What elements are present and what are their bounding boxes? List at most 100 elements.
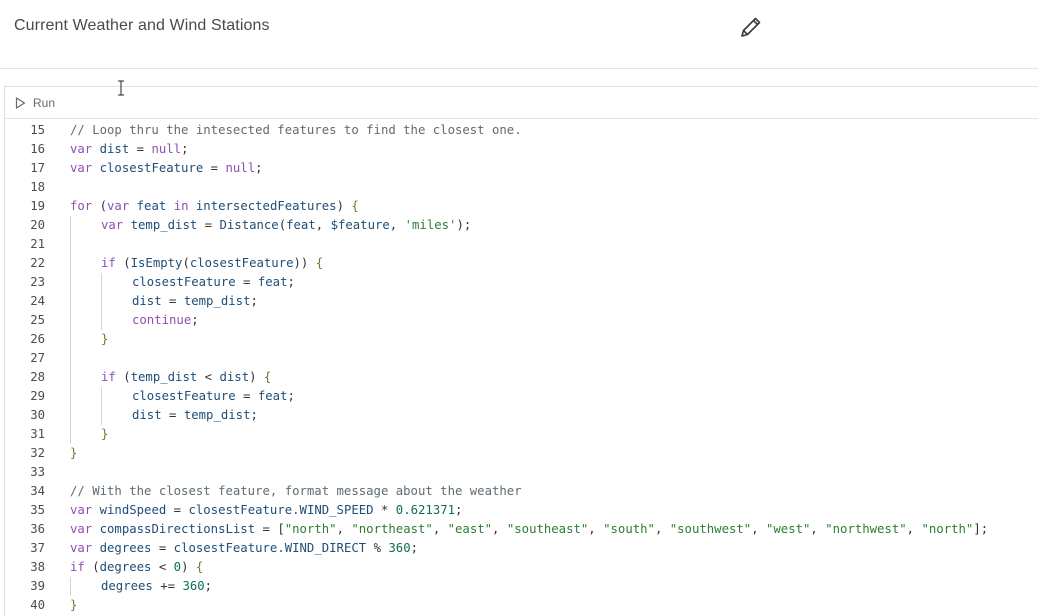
code-token: ); — [456, 218, 472, 232]
code-line[interactable]: 36 var compassDirectionsList = ["north", … — [5, 520, 1038, 539]
code-line[interactable]: 28 if (temp_dist < dist) { — [5, 368, 1038, 387]
indent-guide — [70, 235, 71, 254]
code-text: var degrees = closestFeature.WIND_DIRECT… — [70, 539, 418, 558]
code-token: dist — [132, 408, 162, 422]
code-token: { — [351, 199, 359, 213]
code-line[interactable]: 30 dist = temp_dist; — [5, 406, 1038, 425]
code-token: % — [366, 541, 389, 555]
code-text: var windSpeed = closestFeature.WIND_SPEE… — [70, 501, 462, 520]
line-number: 26 — [30, 332, 45, 346]
code-token: 360 — [182, 579, 205, 593]
code-text: } — [101, 425, 108, 444]
code-token: = — [166, 503, 189, 517]
indent-guide — [70, 577, 71, 596]
code-line[interactable]: 20 var temp_dist = Distance(feat, $featur… — [5, 216, 1038, 235]
code-line[interactable]: 37 var degrees = closestFeature.WIND_DIRE… — [5, 539, 1038, 558]
code-token: = — [197, 218, 220, 232]
line-number: 25 — [30, 313, 45, 327]
code-line[interactable]: 17 var closestFeature = null; — [5, 159, 1038, 178]
code-token: 0.621371 — [395, 503, 456, 517]
code-line[interactable]: 31} — [5, 425, 1038, 444]
code-token: , — [389, 218, 405, 232]
code-line[interactable]: 23 closestFeature = feat; — [5, 273, 1038, 292]
line-number: 28 — [30, 370, 45, 384]
code-line[interactable]: 21 — [5, 235, 1038, 254]
run-button[interactable]: Run — [15, 93, 55, 113]
indent-guide — [70, 387, 71, 406]
code-token: ( — [115, 370, 131, 384]
line-number: 38 — [30, 560, 45, 574]
code-line[interactable]: 34 // With the closest feature, format me… — [5, 482, 1038, 501]
code-token: continue — [132, 313, 192, 327]
code-text: degrees += 360; — [101, 577, 212, 596]
code-token: "east" — [447, 522, 493, 536]
code-line[interactable]: 22 if (IsEmpty(closestFeature)) { — [5, 254, 1038, 273]
code-line[interactable]: 25 continue; — [5, 311, 1038, 330]
code-line[interactable]: 15 // Loop thru the intesected features t… — [5, 121, 1038, 140]
code-text: dist = temp_dist; — [132, 406, 258, 425]
code-token: temp_dist — [183, 294, 251, 308]
code-token: { — [195, 560, 204, 574]
code-line[interactable]: 39 degrees += 360; — [5, 577, 1038, 596]
code-token: = — [129, 142, 152, 156]
code-lines[interactable]: 15 // Loop thru the intesected features t… — [5, 121, 1038, 615]
code-token: { — [315, 256, 324, 270]
code-text: if (IsEmpty(closestFeature)) { — [101, 254, 323, 273]
code-token: ; — [287, 275, 295, 289]
run-button-label: Run — [33, 96, 56, 110]
line-number: 29 — [30, 389, 45, 403]
code-token: ( — [182, 256, 190, 270]
code-line[interactable]: 18 — [5, 178, 1038, 197]
code-token: ; — [250, 294, 258, 308]
code-line[interactable]: 27 — [5, 349, 1038, 368]
code-token: < — [151, 560, 174, 574]
code-line[interactable]: 35 var windSpeed = closestFeature.WIND_SP… — [5, 501, 1038, 520]
code-token: } — [101, 332, 109, 346]
code-token: // Loop thru the intesected features to … — [70, 123, 522, 137]
edit-title-button[interactable] — [738, 14, 764, 40]
code-token: 360 — [388, 541, 411, 555]
code-line[interactable]: 38 if (degrees < 0) { — [5, 558, 1038, 577]
indent-guide — [70, 330, 71, 349]
code-token: in — [173, 199, 189, 213]
pencil-icon — [741, 17, 761, 37]
code-token: var — [101, 218, 124, 232]
code-line[interactable]: 33 — [5, 463, 1038, 482]
code-text: // Loop thru the intesected features to … — [70, 121, 522, 140]
code-token: = [ — [255, 522, 285, 536]
code-token: ; — [250, 408, 258, 422]
code-line[interactable]: 29 closestFeature = feat; — [5, 387, 1038, 406]
code-line[interactable]: 32} — [5, 444, 1038, 463]
code-token: "west" — [766, 522, 811, 536]
indent-guide — [70, 406, 71, 425]
code-token: } — [70, 446, 78, 460]
code-token: var — [70, 142, 93, 156]
code-line[interactable]: 16 var dist = null; — [5, 140, 1038, 159]
code-text: // With the closest feature, format mess… — [70, 482, 522, 501]
code-line[interactable]: 19 for (var feat in intersectedFeatures) … — [5, 197, 1038, 216]
line-number: 23 — [30, 275, 45, 289]
code-token: closestFeature — [132, 389, 236, 403]
code-line[interactable]: 40} — [5, 596, 1038, 615]
indent-guide — [70, 292, 71, 311]
line-number: 24 — [30, 294, 45, 308]
line-number: 15 — [30, 123, 45, 137]
code-token: , — [906, 522, 922, 536]
indent-guide — [70, 311, 71, 330]
code-text: if (temp_dist < dist) { — [101, 368, 271, 387]
code-editor[interactable]: Run 15 // Loop thru the intesected featur… — [4, 86, 1038, 616]
code-line[interactable]: 26} — [5, 330, 1038, 349]
code-token: } — [101, 427, 109, 441]
code-token: ; — [455, 503, 463, 517]
indent-guide — [70, 425, 71, 444]
code-line[interactable]: 24 dist = temp_dist; — [5, 292, 1038, 311]
line-number: 27 — [30, 351, 45, 365]
indent-guide — [101, 387, 102, 406]
code-token: closestFeature — [99, 161, 204, 175]
code-token: var — [70, 161, 93, 175]
code-token: "north" — [284, 522, 337, 536]
code-token: ; — [191, 313, 199, 327]
